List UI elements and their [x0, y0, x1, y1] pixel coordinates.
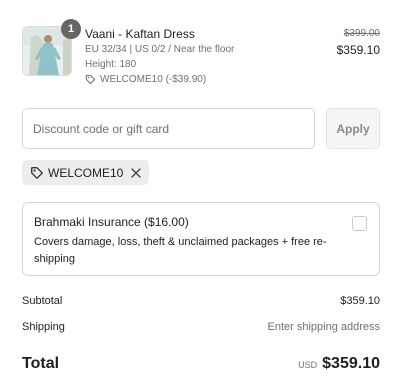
product-prices: $399.00 $359.10: [337, 26, 380, 59]
tag-icon: [85, 74, 96, 85]
apply-button[interactable]: Apply: [326, 108, 380, 149]
insurance-option[interactable]: Brahmaki Insurance ($16.00) Covers damag…: [22, 202, 380, 276]
currency-label: USD: [298, 360, 318, 370]
subtotal-value: $359.10: [340, 295, 380, 307]
applied-code-label: WELCOME10: [48, 165, 124, 180]
product-height: Height: 180: [85, 59, 137, 70]
quantity-badge: 1: [61, 19, 81, 39]
insurance-title: Brahmaki Insurance ($16.00): [34, 215, 189, 229]
subtotal-label: Subtotal: [22, 295, 63, 307]
shipping-value: Enter shipping address: [267, 321, 380, 333]
shipping-label: Shipping: [22, 321, 65, 333]
total-value: $359.10: [322, 355, 380, 372]
price-final: $359.10: [336, 43, 380, 57]
tag-icon: [30, 166, 44, 180]
price-original: $399.00: [343, 28, 380, 39]
insurance-description: Covers damage, loss, theft & unclaimed p…: [34, 236, 327, 265]
subtotal-row: Subtotal $359.10: [22, 295, 380, 307]
product-variant: EU 32/34 | US 0/2 / Near the floor: [85, 44, 235, 55]
insurance-checkbox[interactable]: [352, 216, 367, 231]
discount-form: Apply: [22, 108, 380, 149]
shipping-row: Shipping Enter shipping address: [22, 321, 380, 333]
discount-code-input[interactable]: [22, 108, 315, 149]
total-row: Total USD $359.10: [22, 355, 380, 373]
product-title: Vaani - Kaftan Dress: [85, 27, 195, 41]
total-label: Total: [22, 355, 60, 372]
total-amount: USD $359.10: [298, 355, 380, 373]
remove-discount-icon[interactable]: [131, 167, 142, 178]
product-discount: WELCOME10 (-$39.90): [85, 72, 295, 87]
product-discount-label: WELCOME10 (-$39.90): [100, 74, 207, 85]
product-info: Vaani - Kaftan Dress EU 32/34 | US 0/2 /…: [85, 26, 295, 87]
applied-discount-chip: WELCOME10: [22, 160, 150, 185]
line-item: 1 Vaani - Kaftan Dress EU 32/34 | US 0/2…: [22, 19, 380, 85]
